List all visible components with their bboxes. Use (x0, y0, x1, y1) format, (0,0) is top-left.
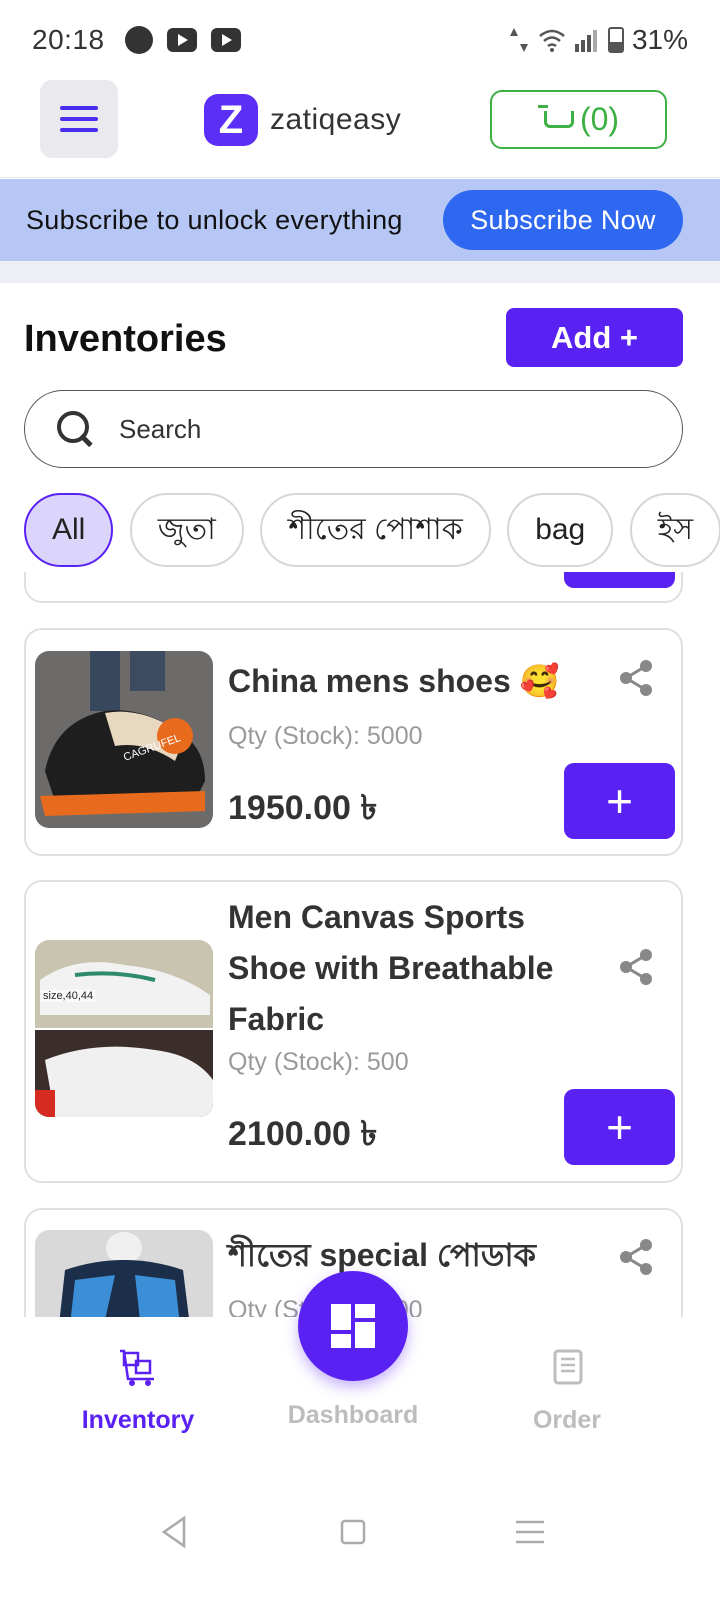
status-right: 31% (508, 24, 688, 56)
inventory-icon (120, 1349, 154, 1386)
nav-label: Inventory (81, 1406, 195, 1434)
category-chip-bag[interactable]: bag (507, 493, 614, 567)
add-inventory-button[interactable]: Add + (506, 308, 683, 367)
battery-icon (607, 27, 624, 53)
section-divider (0, 261, 720, 283)
product-card[interactable]: size,40,44 Men Canvas Sports Shoe with B… (24, 880, 683, 1183)
menu-button[interactable] (40, 80, 118, 158)
data-arrows-icon (509, 28, 528, 52)
notification-icons (124, 26, 241, 54)
signal-icon (574, 30, 597, 52)
logo-text: zatiqeasy (270, 103, 402, 136)
category-chips: All জুতা শীতের পোশাক bag ইস (24, 493, 720, 569)
page-title: Inventories (24, 318, 227, 360)
cart-button[interactable]: (0) (490, 90, 667, 149)
shoe-image (35, 940, 213, 1117)
hamburger-icon-line (60, 117, 98, 121)
cart-icon (537, 104, 574, 135)
product-card[interactable]: CAGRUFEL China mens shoes 🥰 Qty (Stock):… (24, 628, 683, 856)
product-list[interactable]: CAGRUFEL China mens shoes 🥰 Qty (Stock):… (0, 572, 720, 1317)
search-bar[interactable] (24, 390, 683, 468)
home-icon[interactable] (333, 1512, 373, 1552)
add-to-cart-button-partial[interactable] (564, 572, 675, 588)
product-price: 1950.00 ৳ (228, 789, 378, 827)
nav-label: Dashboard (287, 1401, 419, 1429)
search-icon (55, 409, 95, 449)
share-icon[interactable] (616, 658, 656, 698)
battery-percent: 31% (631, 24, 688, 55)
product-title: Men Canvas Sports Shoe with Breathable F… (228, 899, 554, 1037)
youtube-icon (210, 28, 241, 52)
youtube-icon (166, 28, 197, 52)
messenger-icon (124, 26, 153, 54)
share-icon[interactable] (616, 1237, 656, 1277)
share-icon[interactable] (616, 947, 656, 987)
category-chip-all[interactable]: All (24, 493, 114, 567)
hoodie-image (35, 1230, 213, 1317)
nav-order[interactable]: Order (482, 1347, 652, 1435)
logo-mark: Z (204, 94, 258, 146)
image-caption: size,40,44 (41, 990, 96, 1002)
product-qty: Qty (Stock): 5000 (228, 722, 423, 750)
back-icon[interactable] (156, 1512, 196, 1552)
product-price: 2100.00 ৳ (228, 1115, 378, 1153)
hamburger-icon-line (60, 106, 98, 110)
product-title: শীতের special পোডাক (228, 1237, 537, 1273)
status-bar: 20:18 31% (0, 0, 720, 80)
hamburger-icon-line (60, 128, 98, 132)
add-to-cart-button[interactable]: + (564, 763, 675, 839)
search-input[interactable] (119, 413, 599, 445)
shoe-image: CAGRUFEL (35, 651, 213, 828)
nav-inventory[interactable]: Inventory (53, 1347, 223, 1435)
subscribe-now-button[interactable]: Subscribe Now (443, 190, 683, 250)
subscribe-text: Subscribe to unlock everything (26, 204, 403, 235)
category-chip-winter-clothes[interactable]: শীতের পোশাক (260, 493, 491, 567)
product-image: size,40,44 (35, 940, 213, 1117)
recents-icon[interactable] (510, 1512, 550, 1552)
app-logo: Z zatiqeasy (204, 94, 401, 146)
add-to-cart-button[interactable]: + (564, 1089, 675, 1165)
category-chip-shoes[interactable]: জুতা (129, 493, 244, 567)
dashboard-fab-button[interactable] (298, 1271, 408, 1381)
subscribe-banner: Subscribe to unlock everything Subscribe… (0, 179, 720, 261)
product-qty: Qty (Stock): 500 (228, 1048, 409, 1076)
dashboard-icon (331, 1304, 375, 1348)
system-navigation (0, 1467, 720, 1600)
category-chip-partial[interactable]: ইস (629, 493, 720, 567)
wifi-icon (539, 29, 565, 52)
product-image (35, 1230, 213, 1317)
status-time: 20:18 (32, 24, 105, 55)
product-title: China mens shoes 🥰 (228, 663, 560, 699)
cart-count: (0) (579, 101, 620, 137)
order-icon (553, 1349, 583, 1385)
product-image: CAGRUFEL (35, 651, 213, 828)
product-card-partial[interactable] (24, 572, 683, 603)
nav-label: Order (532, 1406, 602, 1434)
app-header: Z zatiqeasy (0) (0, 80, 720, 178)
